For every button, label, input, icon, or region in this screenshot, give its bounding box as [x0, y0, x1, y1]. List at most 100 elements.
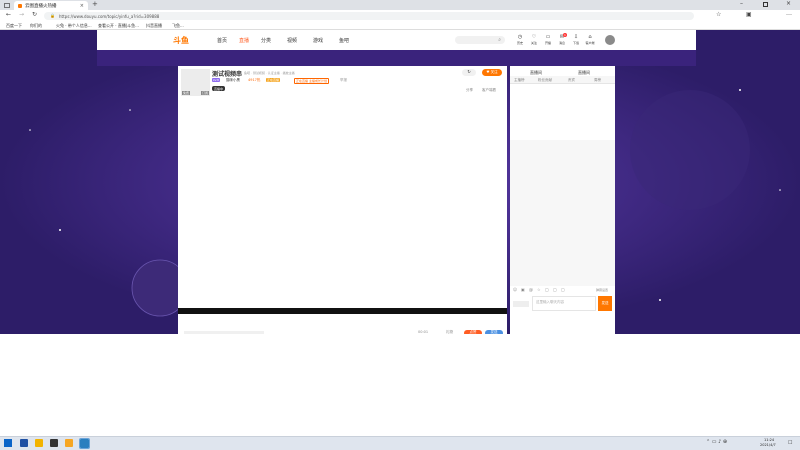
follow-tag[interactable]: 正在直播 — [266, 78, 281, 82]
avatar-tag-right: 订阅 — [200, 91, 209, 95]
heat-count: 4917热 — [248, 78, 261, 82]
send-gift-button[interactable]: 发送 — [485, 329, 503, 334]
player-status: 00:01 — [418, 330, 429, 334]
video-area[interactable] — [178, 96, 507, 308]
live-status-badge: 直播中 — [212, 86, 226, 91]
user-icon-download[interactable]: ⇩ 下载 — [571, 34, 581, 45]
site-navbar: 斗鱼 首页 直播 分类 视频 游戏 鱼吧 ⌕ ◷ 历史 ♡ 关注 ▭ 开播 ✉ 消息 1… — [97, 30, 696, 50]
search-icon[interactable]: ⌕ — [498, 37, 501, 43]
level-tag: LV.8 — [212, 78, 220, 82]
anchor-avatar[interactable]: 免费 订阅 — [181, 69, 210, 96]
bookmark-item[interactable]: 抖音直播 — [146, 23, 162, 29]
nav-item-live[interactable]: 直播 — [239, 37, 249, 44]
bookmark-item[interactable]: 火兔 · 带个人信息... — [56, 23, 92, 29]
user-icon-follow[interactable]: ♡ 关注 — [529, 34, 539, 45]
chat-subtab[interactable]: 主播榜 — [514, 78, 525, 83]
bookmark-item[interactable]: 百度一下 — [6, 23, 22, 29]
search-input[interactable]: ⌕ — [455, 36, 505, 44]
anchor-name[interactable]: 猫咪小黑 — [226, 78, 240, 83]
taskbar-app-folder[interactable] — [50, 439, 58, 447]
bookmark-item[interactable]: 飞鱼... — [172, 23, 184, 29]
url-text: https://www.douyu.com/topic/yinfu_a?rid=… — [59, 13, 160, 19]
chat-subtab[interactable]: 贵宾 — [568, 78, 575, 83]
browser-tab[interactable]: 云图直播火热播 × — [14, 1, 88, 10]
avatar-tag-left: 免费 — [182, 91, 191, 95]
windows-taskbar: ⌃ ▭ ♪ ⊕ 11:24 2021/4/7 ☐ — [0, 436, 800, 450]
lock-icon: 🔒 — [50, 13, 55, 18]
browser-tab-bar: 云图直播火热播 × + – × — [0, 0, 800, 10]
tab-favicon — [18, 3, 22, 8]
star-icon[interactable]: ☆ — [537, 287, 541, 292]
player-panel: 免费 订阅 测试视频串 鱼吧 · 测试视频 · 认证主播 · 播放主播 LV.8… — [178, 66, 507, 334]
clock-date[interactable]: 2021/4/7 — [760, 443, 776, 447]
chat-send-button[interactable]: 发送 — [598, 296, 612, 311]
site-background: 斗鱼 首页 直播 分类 视频 游戏 鱼吧 ⌕ ◷ 历史 ♡ 关注 ▭ 开播 ✉ 消息 1… — [0, 30, 800, 334]
at-icon[interactable]: @ — [529, 287, 533, 292]
report-link[interactable]: 举报 — [340, 78, 347, 83]
nav-item-home[interactable]: 首页 — [217, 37, 227, 44]
clock-time[interactable]: 11:24 — [764, 438, 774, 442]
tray-icons[interactable]: ⌃ ▭ ♪ ⊕ — [706, 439, 727, 445]
notification-icon[interactable]: ☐ — [788, 440, 792, 446]
room-meta: 鱼吧 · 测试视频 · 认证主播 · 播放主播 — [244, 70, 295, 75]
window-close-icon[interactable]: × — [786, 0, 791, 7]
taskbar-app-chrome[interactable] — [65, 439, 73, 447]
box-icon-c[interactable]: ▢ — [561, 287, 565, 292]
chat-subtabs: 主播榜 粉丝贡献 贵宾 周榜 — [510, 76, 615, 84]
chat-subtab[interactable]: 粉丝贡献 — [538, 78, 552, 83]
window-maximize-icon[interactable] — [763, 2, 768, 7]
browser-menu-icon[interactable] — [3, 2, 10, 8]
taskbar-app-edge[interactable] — [35, 439, 43, 447]
share-icon-button[interactable]: ↻ — [462, 69, 476, 76]
tab-close-icon[interactable]: × — [80, 3, 84, 9]
collections-icon[interactable]: ▣ — [746, 11, 752, 18]
chat-input-placeholder: 这里输入聊天内容 — [536, 300, 564, 304]
gift-label[interactable]: 礼物 — [446, 330, 453, 334]
url-input[interactable]: 🔒 https://www.douyu.com/topic/yinfu_a?ri… — [44, 11, 694, 20]
bookmark-item[interactable]: 查看公开 · 直播|斗鱼... — [98, 23, 139, 29]
chat-toolbar: ☺ ▣ @ ☆ ▢ ▢ ▢ 弹幕设置 — [510, 286, 615, 294]
window-minimize-icon[interactable]: – — [740, 0, 743, 7]
forward-icon[interactable]: → — [19, 11, 24, 18]
gift-bar: 00:01 礼物 点赞 发送 — [178, 314, 507, 334]
gift-slot[interactable] — [184, 331, 264, 334]
content-band — [97, 50, 696, 66]
user-icon-history[interactable]: ◷ 历史 — [515, 34, 525, 45]
chat-subtab[interactable]: 周榜 — [594, 78, 601, 83]
address-bar: ← → ↻ 🔒 https://www.douyu.com/topic/yinf… — [0, 10, 800, 21]
favorites-icon[interactable]: ☆ — [716, 11, 721, 18]
client-link[interactable]: 客户端看 — [482, 88, 496, 93]
nav-item-category[interactable]: 分类 — [261, 37, 271, 44]
emoji-icon[interactable]: ☺ — [513, 287, 517, 292]
chat-input[interactable]: 这里输入聊天内容 — [532, 296, 596, 311]
follow-button[interactable]: ♥ 关注 — [482, 69, 502, 76]
user-icon-stream[interactable]: ▭ 开播 — [543, 34, 553, 45]
nav-item-video[interactable]: 视频 — [287, 37, 297, 44]
taskbar-app-ie[interactable] — [20, 439, 28, 447]
room-title: 测试视频串 — [212, 71, 243, 78]
fan-icon[interactable]: ▣ — [521, 287, 525, 292]
chat-messages — [510, 140, 615, 286]
nav-item-game[interactable]: 游戏 — [313, 37, 323, 44]
reload-icon[interactable]: ↻ — [32, 11, 37, 18]
chat-input-area: 这里输入聊天内容 发送 — [510, 294, 615, 334]
box-icon-b[interactable]: ▢ — [553, 287, 557, 292]
start-icon[interactable] — [4, 439, 12, 447]
user-icon-message[interactable]: ✉ 消息 1 — [557, 33, 567, 45]
share-link[interactable]: 分享 — [466, 88, 473, 93]
back-icon[interactable]: ← — [6, 11, 11, 18]
nav-item-fishbar[interactable]: 鱼吧 — [339, 37, 349, 44]
like-button[interactable]: 点赞 — [464, 329, 482, 334]
danmaku-settings-link[interactable]: 弹幕设置 — [596, 288, 608, 292]
user-icon-client[interactable]: ⌂ 客户端 — [583, 34, 597, 45]
taskbar-app-browser[interactable] — [79, 438, 90, 449]
gift-tag[interactable]: 正在直播 主播成长计划 — [294, 78, 329, 84]
new-tab-button[interactable]: + — [92, 0, 98, 8]
settings-icon[interactable]: … — [786, 10, 792, 17]
site-logo[interactable]: 斗鱼 — [173, 35, 189, 46]
bookmark-item[interactable]: 你们的 — [30, 23, 42, 29]
chat-avatar-placeholder — [513, 301, 529, 307]
box-icon-a[interactable]: ▢ — [545, 287, 549, 292]
user-avatar[interactable] — [605, 35, 615, 45]
message-badge: 1 — [563, 33, 567, 37]
